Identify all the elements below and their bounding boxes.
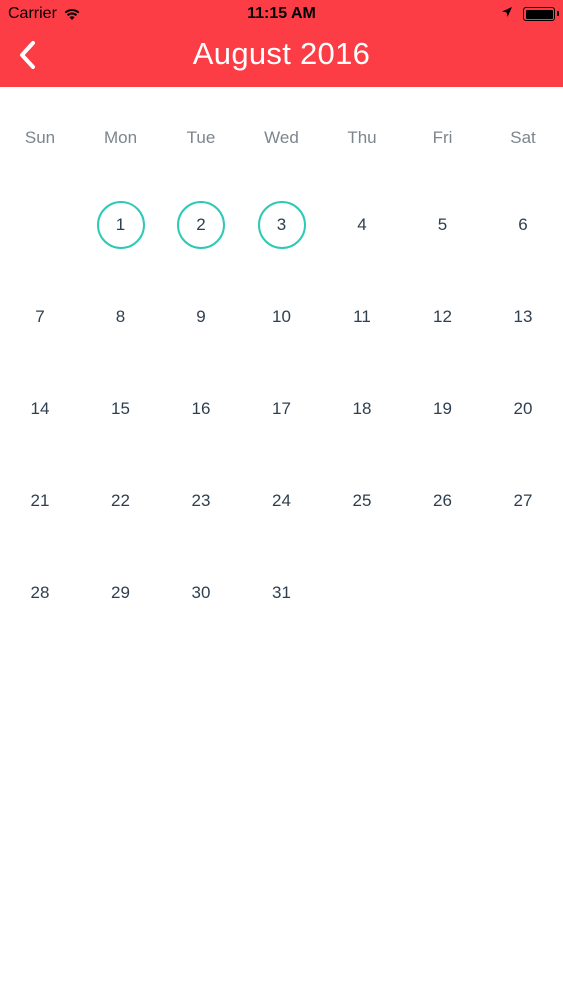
status-bar: Carrier 11:15 AM [0, 0, 563, 28]
weekday-sat: Sat [510, 128, 536, 147]
calendar-day-selected[interactable]: 1 [96, 201, 145, 249]
month-title: August 2016 [192, 36, 371, 71]
calendar-day[interactable]: 12 [419, 293, 467, 341]
weekday-fri: Fri [432, 128, 453, 147]
calendar-day[interactable]: 14 [16, 385, 64, 433]
header: Carrier 11:15 AM August 2016 [0, 0, 563, 87]
calendar-day-selected[interactable]: 2 [177, 201, 225, 249]
calendar-day[interactable]: 10 [258, 293, 306, 341]
calendar-day[interactable]: 24 [258, 477, 306, 525]
calendar-day[interactable]: 7 [16, 293, 64, 341]
weekday-thu: Thu [347, 128, 377, 147]
calendar-day[interactable]: 27 [499, 477, 547, 525]
calendar-day[interactable]: 9 [177, 293, 225, 341]
battery-icon [523, 7, 559, 21]
calendar-day[interactable]: 19 [419, 385, 467, 433]
calendar-day[interactable]: 16 [177, 385, 225, 433]
calendar-day[interactable]: 31 [258, 569, 306, 617]
calendar-day[interactable]: 11 [338, 293, 386, 341]
weekday-sun: Sun [24, 128, 56, 147]
calendar-day[interactable]: 8 [97, 293, 145, 341]
calendar-day[interactable]: 5 [419, 201, 467, 249]
calendar-day[interactable]: 6 [499, 201, 547, 249]
status-time: 11:15 AM [247, 5, 316, 22]
weekday-tue: Tue [186, 128, 216, 147]
weekday-header-row: Sun Mon Tue Wed Thu Fri Sat [0, 128, 563, 152]
status-right-icons [501, 5, 559, 23]
calendar-day-selected[interactable]: 3 [257, 201, 306, 249]
calendar-day[interactable]: 30 [177, 569, 225, 617]
calendar-day[interactable]: 23 [177, 477, 225, 525]
calendar-day[interactable]: 22 [97, 477, 145, 525]
calendar-day[interactable]: 28 [16, 569, 64, 617]
calendar-day[interactable]: 20 [499, 385, 547, 433]
calendar-day[interactable]: 21 [16, 477, 64, 525]
calendar-day[interactable]: 29 [97, 569, 145, 617]
weekday-mon: Mon [103, 128, 138, 147]
weekday-wed: Wed [264, 128, 299, 147]
calendar-day[interactable]: 4 [338, 201, 386, 249]
calendar-day[interactable]: 13 [499, 293, 547, 341]
calendar-day[interactable]: 25 [338, 477, 386, 525]
calendar-day[interactable]: 26 [419, 477, 467, 525]
calendar-day[interactable]: 15 [97, 385, 145, 433]
location-arrow-icon [501, 5, 513, 23]
calendar-day[interactable]: 17 [258, 385, 306, 433]
calendar-day[interactable]: 18 [338, 385, 386, 433]
nav-bar: August 2016 [0, 28, 563, 87]
